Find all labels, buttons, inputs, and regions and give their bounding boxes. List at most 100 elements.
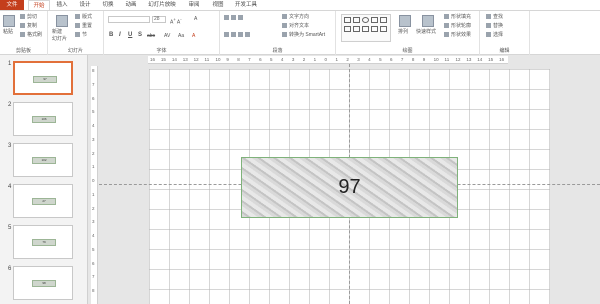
- ruler-tick-label: 13: [182, 57, 188, 62]
- cut-button[interactable]: 剪切: [20, 14, 37, 21]
- select-button[interactable]: 选择: [486, 32, 503, 39]
- change-case-button[interactable]: Aa: [178, 33, 184, 40]
- ruler-tick-label: 1: [335, 57, 338, 62]
- align-left-icon: [224, 32, 229, 38]
- char-spacing-button[interactable]: AV: [164, 33, 170, 40]
- thumbnail-textbox: 102: [32, 157, 56, 164]
- ruler-tick-label: 16: [150, 57, 156, 62]
- shape-effects-button[interactable]: 形状效果: [444, 32, 471, 39]
- smartart-button[interactable]: 转换为 SmartArt: [282, 32, 325, 39]
- grow-font-icon[interactable]: A+ A-: [170, 16, 182, 27]
- align-text-button[interactable]: 对齐文本: [282, 23, 309, 30]
- tab-view[interactable]: 视图: [208, 0, 228, 10]
- arrow-shape-icon[interactable]: [380, 17, 387, 23]
- thumbnail-textbox: 27: [32, 198, 56, 205]
- horizontal-ruler[interactable]: 16 15 14 13 12 11 10 9 8 7 6 5 4 3 2 1 0 1 2 3 4 5 6 7 8 9 10 11 12 1…: [148, 56, 508, 64]
- textbox-number[interactable]: 97: [338, 176, 360, 199]
- slide-thumbnail[interactable]: 79: [13, 225, 73, 259]
- rectangle-shape-icon[interactable]: [353, 17, 360, 23]
- tab-insert[interactable]: 插入: [52, 0, 72, 10]
- tab-animations[interactable]: 动画: [121, 0, 141, 10]
- star-shape-icon[interactable]: [362, 26, 369, 32]
- section-button[interactable]: 节: [75, 32, 87, 39]
- numbering-icon: [231, 15, 236, 21]
- brush-icon: [20, 32, 25, 38]
- quick-styles-button[interactable]: 快速样式: [416, 29, 436, 36]
- shapes-gallery[interactable]: [341, 14, 391, 42]
- arrange-button[interactable]: 排列: [398, 29, 408, 36]
- replace-button[interactable]: 替换: [486, 23, 503, 30]
- ruler-tick-label: 3: [92, 219, 95, 225]
- layout-button[interactable]: 版式: [75, 14, 92, 21]
- quick-styles-icon[interactable]: [422, 15, 434, 27]
- slide-thumbnail[interactable]: 27: [13, 184, 73, 218]
- bracket-shape-icon[interactable]: [353, 26, 360, 32]
- shape-fill-button[interactable]: 形状填充: [444, 14, 471, 21]
- ruler-tick-label: 1: [92, 164, 95, 170]
- find-icon: [486, 14, 491, 20]
- slide-thumbnail[interactable]: 106: [13, 102, 73, 136]
- paste-icon[interactable]: [3, 15, 15, 27]
- oval-shape-icon[interactable]: [362, 17, 369, 23]
- tab-design[interactable]: 设计: [75, 0, 95, 10]
- text-direction-button[interactable]: 文字方向: [282, 14, 309, 21]
- effects-icon: [444, 32, 449, 38]
- slide-thumbnail[interactable]: 97: [13, 61, 73, 95]
- brace-shape-icon[interactable]: [380, 26, 387, 32]
- marble-textbox[interactable]: 97: [241, 157, 458, 218]
- shadow-button[interactable]: S: [138, 32, 142, 38]
- select-icon: [486, 32, 491, 38]
- ruler-tick-label: 7: [248, 57, 251, 62]
- strikethrough-button[interactable]: abc: [147, 33, 155, 40]
- ruler-tick-label: 13: [466, 57, 472, 62]
- align-text-icon: [282, 23, 287, 29]
- tab-file[interactable]: 文件: [0, 0, 24, 10]
- ruler-tick-label: 5: [379, 57, 382, 62]
- slide-thumbnail[interactable]: 102: [13, 143, 73, 177]
- line-shape-icon[interactable]: [371, 17, 378, 23]
- new-slide-button[interactable]: 新建 幻灯片: [52, 29, 67, 43]
- ruler-tick-label: 1: [313, 57, 317, 62]
- italic-button[interactable]: I: [119, 32, 121, 38]
- ruler-tick-label: 12: [193, 57, 199, 62]
- tab-developer[interactable]: 开发工具: [231, 0, 261, 10]
- ruler-tick-label: 5: [92, 246, 95, 252]
- clear-format-icon[interactable]: A: [194, 16, 197, 23]
- ruler-tick-label: 4: [92, 233, 95, 239]
- align-buttons[interactable]: [224, 32, 252, 39]
- font-size-combo[interactable]: 28: [152, 16, 166, 23]
- shape-outline-button[interactable]: 形状轮廓: [444, 23, 471, 30]
- tab-review[interactable]: 审阅: [184, 0, 204, 10]
- reset-button[interactable]: 重置: [75, 23, 92, 30]
- font-color-button[interactable]: A: [192, 33, 195, 40]
- triangle-shape-icon[interactable]: [344, 26, 351, 32]
- rectangle-shape-icon[interactable]: [344, 17, 351, 23]
- underline-button[interactable]: U: [128, 32, 132, 38]
- slide-thumbnail[interactable]: 98: [13, 266, 73, 300]
- paragraph-group: 文字方向 对齐文本 转换为 SmartArt 段落: [220, 11, 336, 55]
- bold-button[interactable]: B: [109, 32, 113, 38]
- tab-transitions[interactable]: 切换: [98, 0, 118, 10]
- thumbnail-textbox: 79: [32, 239, 56, 246]
- find-button[interactable]: 查找: [486, 14, 503, 21]
- new-slide-icon[interactable]: [56, 15, 68, 27]
- paste-button[interactable]: 粘贴: [3, 29, 13, 36]
- ruler-tick-label: 7: [92, 274, 95, 280]
- font-name-combo[interactable]: [108, 16, 150, 23]
- ruler-tick-label: 8: [411, 57, 415, 62]
- ruler-tick-label: 7: [400, 57, 404, 62]
- tab-slideshow[interactable]: 幻灯片放映: [144, 0, 180, 10]
- copy-button[interactable]: 复制: [20, 23, 37, 30]
- slide-number: 4: [8, 184, 12, 190]
- bullets-button[interactable]: [224, 15, 245, 22]
- ruler-tick-label: 3: [291, 57, 295, 62]
- ribbon-tab-bar: 文件 开始 插入 设计 切换 动画 幻灯片放映 审阅 视图 开发工具: [0, 0, 600, 10]
- format-painter-button[interactable]: 格式刷: [20, 32, 42, 39]
- ruler-tick-label: 11: [444, 57, 450, 62]
- curve-shape-icon[interactable]: [371, 26, 378, 32]
- arrange-icon[interactable]: [399, 15, 411, 27]
- slides-group-label: 幻灯片: [67, 48, 83, 54]
- vertical-ruler[interactable]: 8 7 6 5 4 3 2 1 0 1 2 3 4 5 6 7 8: [91, 66, 98, 304]
- slide-number: 5: [8, 225, 12, 231]
- tab-home[interactable]: 开始: [28, 0, 50, 10]
